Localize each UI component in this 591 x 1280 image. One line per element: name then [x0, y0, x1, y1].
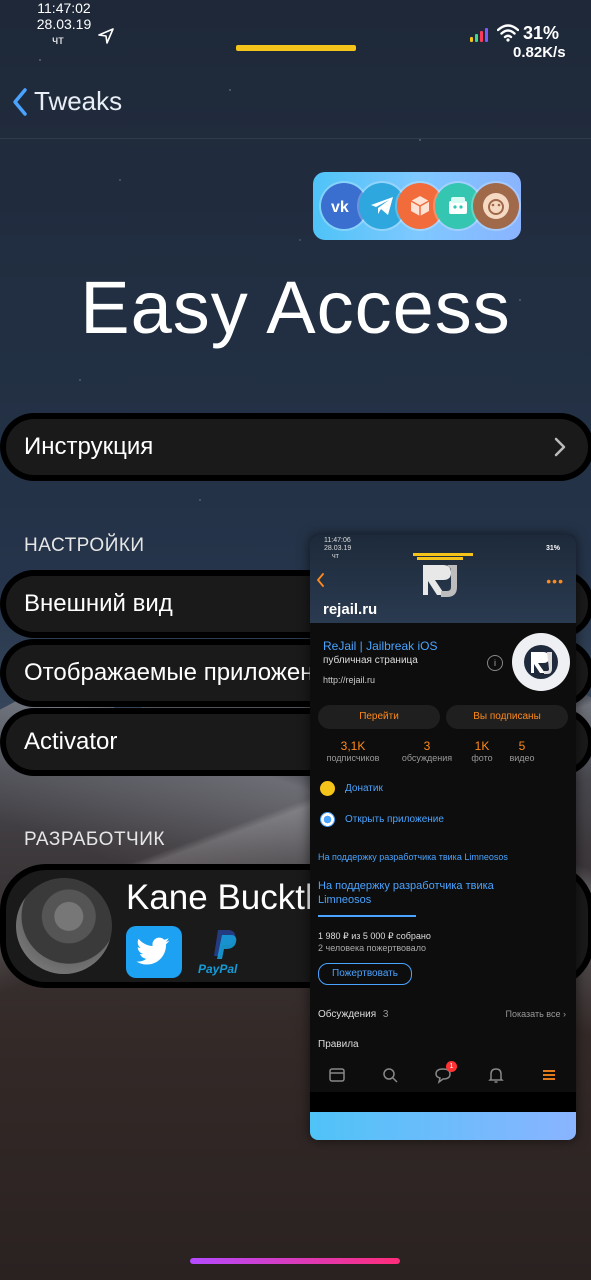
donate-link[interactable]: Донатик [320, 781, 383, 796]
instruction-label: Инструкция [24, 433, 154, 460]
battery-percent: 31% [523, 23, 560, 43]
wifi-icon [497, 24, 519, 42]
stat-label: обсуждения [401, 753, 453, 763]
overlay-notch-indicator [413, 553, 473, 556]
group-name: ReJail | Jailbreak iOS [323, 639, 438, 653]
show-all-link[interactable]: Показать все › [506, 1009, 566, 1019]
paypal-label: PayPal [198, 962, 238, 976]
paypal-button[interactable]: PayPal [198, 928, 252, 980]
chevron-right-icon [554, 437, 566, 457]
support-title[interactable]: На поддержку разработчика твика Limneoso… [318, 879, 548, 907]
app-icons-banner: vk [313, 172, 521, 240]
back-label: Tweaks [34, 86, 123, 116]
stat-value: 3 [423, 739, 431, 753]
developer-avatar [16, 878, 112, 974]
notch-indicator [236, 45, 356, 51]
more-icon[interactable]: ••• [546, 573, 564, 589]
overlay-date: 28.03.19 [324, 545, 352, 552]
rejail-avatar-icon [524, 645, 558, 679]
settings-section-header: НАСТРОЙКИ [24, 535, 145, 556]
stat-value: 1K [474, 739, 490, 753]
heart-icon [320, 781, 335, 796]
rejail-logo-icon [417, 557, 463, 597]
home-indicator[interactable] [190, 1258, 400, 1264]
app-title: Easy Access [80, 266, 511, 349]
stat-discussions[interactable]: 3 обсуждения [392, 739, 462, 763]
svg-text:vk: vk [331, 199, 349, 215]
bell-tab-icon[interactable] [487, 1066, 505, 1084]
support-link[interactable]: На поддержку разработчика твика Limneoso… [318, 852, 508, 862]
avatar-icon [473, 183, 519, 229]
twitter-icon [136, 937, 170, 965]
go-button[interactable]: Перейти [318, 705, 440, 729]
menu-tab-icon[interactable] [540, 1066, 558, 1084]
overlay-battery: 31% [546, 545, 561, 552]
status-time: 11:47:02 [37, 0, 91, 16]
group-type: публичная страница [323, 655, 418, 666]
instruction-cell[interactable]: Инструкция [6, 419, 588, 475]
donate-button[interactable]: Пожертвовать [318, 963, 412, 985]
donation-raised: 1 980 ₽ из 5 000 ₽ собрано [318, 931, 431, 941]
paypal-icon [214, 930, 237, 959]
info-icon[interactable]: i [487, 655, 503, 671]
appearance-label: Внешний вид [24, 590, 173, 617]
discussions-count: 3 [382, 1009, 389, 1020]
overlay-footer-gradient [310, 1112, 576, 1140]
developer-section-header: РАЗРАБОТЧИК [24, 829, 165, 850]
signal-icon [470, 28, 488, 42]
stat-photos[interactable]: 1K фото [462, 739, 502, 763]
show-all-label: Показать все [505, 1009, 561, 1019]
vk-group-preview: 11:47:06 28.03.19 чт 31% ••• rejail.ru R… [310, 535, 576, 1140]
group-avatar [512, 633, 570, 691]
displayed-apps-label: Отображаемые приложения [24, 659, 340, 686]
overlay-time: 11:47:06 [324, 537, 351, 544]
overlay-site-title: rejail.ru [323, 601, 378, 618]
activator-label: Activator [24, 728, 118, 755]
stat-label: подписчиков [326, 753, 380, 763]
donation-progress-bar [318, 915, 416, 917]
chevron-left-icon [13, 87, 27, 116]
nav-divider [0, 138, 591, 139]
status-day: чт [52, 33, 64, 47]
search-tab-icon[interactable] [381, 1066, 399, 1084]
messages-tab[interactable]: 1 [434, 1061, 457, 1084]
subscribed-button[interactable]: Вы подписаны [446, 705, 568, 729]
rules-item[interactable]: Правила [318, 1039, 359, 1050]
stat-subscribers[interactable]: 3,1K подписчиков [318, 739, 388, 763]
overlay-tab-bar: 1 [310, 1055, 576, 1095]
stat-videos[interactable]: 5 видео [504, 739, 540, 763]
stat-label: видео [509, 753, 535, 763]
back-button[interactable]: Tweaks [12, 86, 122, 117]
open-app-link[interactable]: Открыть приложение [320, 812, 444, 827]
open-app-label: Открыть приложение [345, 814, 444, 825]
group-url[interactable]: http://rejail.ru [323, 675, 375, 685]
twitter-button[interactable] [126, 926, 182, 978]
status-date: 28.03.19 [36, 16, 92, 32]
discussions-header[interactable]: Обсуждения 3 [318, 1009, 388, 1020]
donate-link-label: Донатик [345, 783, 383, 794]
messages-badge: 1 [445, 1061, 457, 1072]
stat-value: 5 [518, 739, 526, 753]
app-icon [320, 812, 335, 827]
network-speed: 0.82K/s [513, 44, 566, 61]
news-tab-icon[interactable] [328, 1066, 346, 1084]
overlay-day: чт [332, 553, 339, 560]
discussions-label: Обсуждения [318, 1009, 377, 1020]
location-arrow-icon [98, 28, 114, 44]
chevron-left-icon[interactable] [316, 573, 325, 587]
donation-donors: 2 человека пожертвовало [318, 943, 427, 953]
stat-label: фото [471, 753, 493, 763]
stat-value: 3,1K [340, 739, 366, 753]
